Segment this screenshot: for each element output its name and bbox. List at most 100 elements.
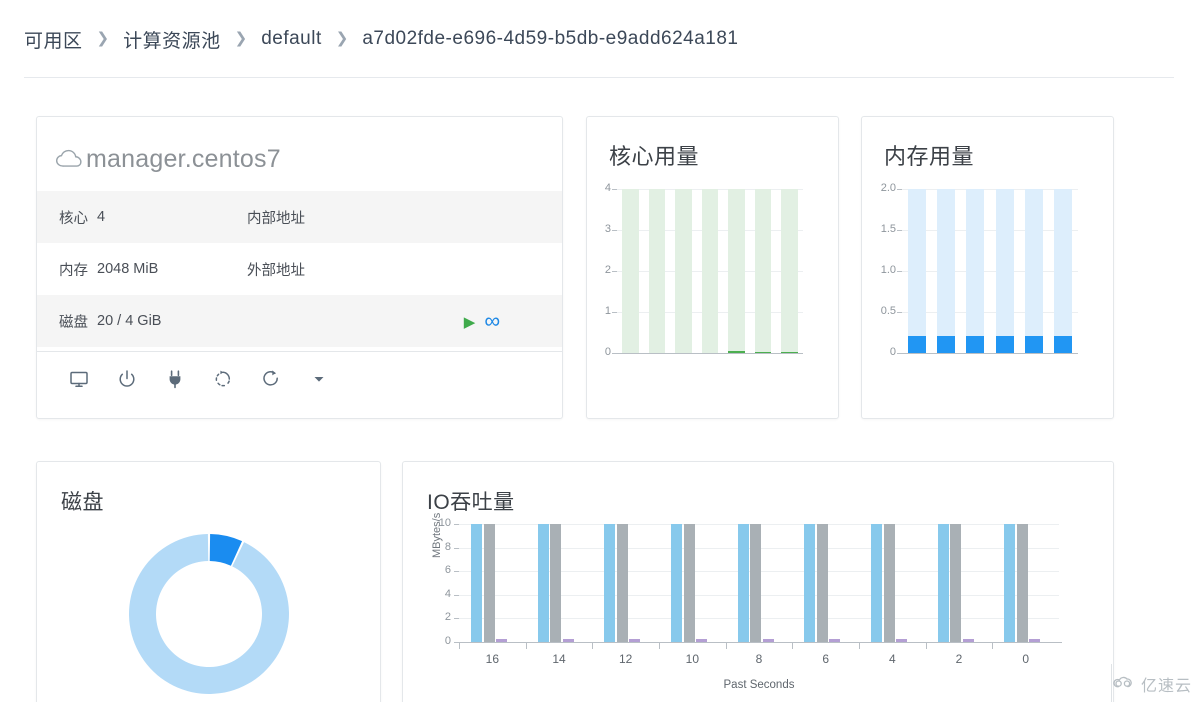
breadcrumb-zone[interactable]: 可用区 <box>24 26 83 53</box>
io-bar <box>1004 524 1016 642</box>
vm-name: manager.centos7 <box>86 144 281 173</box>
y-axis-tick-label: 0 <box>444 635 451 647</box>
gridline <box>902 312 1078 313</box>
spec-label-disk: 磁盘 <box>59 314 88 331</box>
y-axis-tick-label: 1.5 <box>880 223 896 235</box>
x-axis-tick <box>659 643 660 649</box>
cpu-usage-card: 核心用量 0 1 2 3 4 <box>586 116 839 419</box>
io-bar <box>804 524 816 642</box>
spec-label-external-address: 外部地址 <box>247 262 305 279</box>
spec-value-memory: 2048 MiB <box>97 261 159 277</box>
io-throughput-card: IO吞吐量 MBytes/s Past Seconds 10 8 6 4 2 0 16 14 1… <box>402 461 1114 702</box>
gridline <box>902 271 1078 272</box>
breadcrumb-separator-icon: ❯ <box>335 30 349 47</box>
reset-button[interactable] <box>199 359 247 399</box>
x-axis-tick <box>992 643 994 649</box>
vm-spec-table: 核心 4 内部地址 内存 2048 MiB 外部地址 磁盘 20 / 4 GiB… <box>37 191 562 347</box>
x-axis-tick <box>459 643 460 649</box>
y-axis-tick-label: 0 <box>604 346 611 358</box>
cpu-chart-title: 核心用量 <box>609 144 700 169</box>
capacity-bar <box>675 189 692 353</box>
disk-chart-title: 磁盘 <box>61 491 104 514</box>
infinity-icon[interactable]: ∞ <box>484 308 500 333</box>
usage-bar <box>1054 335 1073 353</box>
io-chart-plot: MBytes/s Past Seconds 10 8 6 4 2 0 16 14 12 10 8 6 4… <box>431 513 1062 691</box>
breadcrumb-instance-id[interactable]: a7d02fde-e696-4d59-b5db-e9add624a181 <box>362 28 738 50</box>
io-bar <box>604 524 616 642</box>
plug-button[interactable] <box>151 359 199 399</box>
io-bar <box>537 524 549 642</box>
x-axis-tick <box>525 643 527 649</box>
capacity-bar <box>1054 189 1073 353</box>
vm-title-row: manager.centos7 <box>37 131 562 187</box>
watermark-text: 亿速云 <box>1140 678 1192 695</box>
io-bar <box>816 524 828 642</box>
breadcrumb-default[interactable]: default <box>261 28 322 50</box>
breadcrumb: 可用区 ❯ 计算资源池 ❯ default ❯ a7d02fde-e696-4d… <box>0 0 1200 78</box>
breadcrumb-pool[interactable]: 计算资源池 <box>123 26 221 53</box>
capacity-bar <box>648 189 666 353</box>
x-axis-tick <box>859 643 860 649</box>
y-axis-tick-label: 2 <box>444 611 451 624</box>
more-button[interactable] <box>295 359 343 399</box>
io-chart-title: IO吞吐量 <box>427 491 515 514</box>
io-bar <box>671 524 682 642</box>
x-axis-tick-label: 2 <box>955 652 963 666</box>
y-axis-tick <box>612 230 617 231</box>
x-axis-tick-label: 16 <box>485 652 500 666</box>
disk-card: 磁盘 <box>36 461 381 702</box>
y-axis-tick <box>612 271 617 272</box>
breadcrumb-separator-icon: ❯ <box>96 30 110 47</box>
y-axis-tick <box>454 524 459 525</box>
y-axis-tick <box>897 189 902 190</box>
gridline <box>902 189 1078 190</box>
x-axis-tick <box>925 643 927 649</box>
x-axis-tick-label: 12 <box>618 652 633 666</box>
y-axis-tick-label: 2 <box>604 264 611 276</box>
cloud-logo-icon <box>1112 674 1136 695</box>
spec-value-internal-address <box>367 191 562 243</box>
io-bar <box>1016 524 1028 642</box>
spec-label-empty <box>247 295 367 347</box>
memory-usage-card: 内存用量 0 0.5 1.0 1.5 2.0 <box>861 116 1114 419</box>
vm-summary-card: manager.centos7 核心 4 内部地址 内存 2048 MiB 外部… <box>36 116 563 419</box>
usage-bar <box>995 335 1014 353</box>
play-icon[interactable]: ▶ <box>464 313 476 331</box>
io-bar <box>616 524 628 642</box>
capacity-bar <box>728 189 745 353</box>
spec-label-cores: 核心 <box>59 210 88 227</box>
io-bar <box>683 524 695 642</box>
y-axis-tick-label: 4 <box>604 182 611 194</box>
capacity-bar <box>701 189 719 353</box>
cloud-icon <box>55 148 85 170</box>
usage-bar <box>966 335 985 353</box>
spec-label-memory: 内存 <box>59 262 88 279</box>
capacity-bar <box>936 189 956 353</box>
x-axis-tick <box>592 643 594 649</box>
y-axis-tick-label: 1.0 <box>880 264 896 276</box>
io-bar <box>950 524 962 642</box>
breadcrumb-separator-icon: ❯ <box>234 30 248 47</box>
io-bar <box>937 524 949 642</box>
y-axis-tick-label: 8 <box>444 540 451 553</box>
spec-value-cores: 4 <box>97 209 106 225</box>
power-button[interactable] <box>103 359 151 399</box>
memory-chart-title: 内存用量 <box>884 144 975 169</box>
y-axis-tick <box>454 547 459 549</box>
reboot-button[interactable] <box>247 359 295 399</box>
y-axis-tick <box>454 594 459 596</box>
x-axis-tick-label: 14 <box>552 652 566 666</box>
capacity-bar <box>966 189 985 353</box>
gridline <box>902 230 1078 231</box>
capacity-bar <box>995 189 1014 353</box>
usage-bar <box>936 335 956 353</box>
console-button[interactable] <box>55 359 103 399</box>
x-axis-tick-label: 8 <box>755 652 763 666</box>
spec-value-disk: 20 / 4 GiB <box>97 313 162 329</box>
vm-action-toolbar <box>37 352 562 406</box>
io-x-axis-label: Past Seconds <box>723 679 795 691</box>
x-axis-tick-label: 4 <box>888 652 896 666</box>
io-bar <box>871 524 882 642</box>
capacity-bar <box>1024 189 1044 353</box>
spec-value-external-address <box>367 243 562 295</box>
